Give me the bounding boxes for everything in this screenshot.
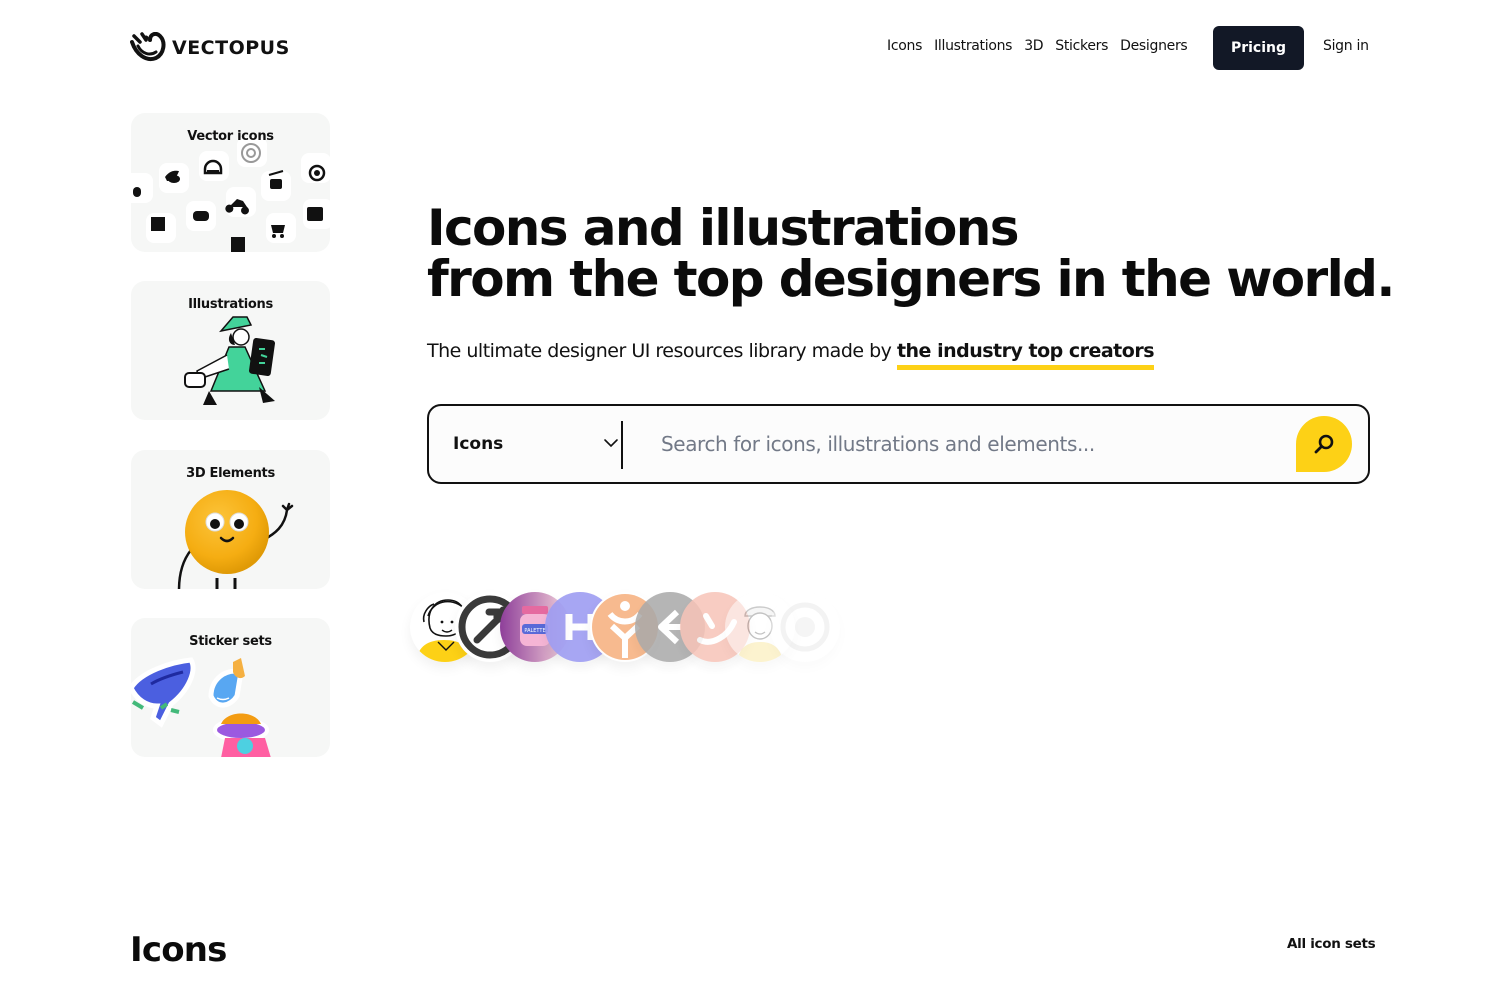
designer-avatars: PALETTE <box>410 590 850 670</box>
search-divider <box>621 421 623 469</box>
category-card-sticker-sets[interactable]: Sticker sets <box>131 618 330 757</box>
nav-designers[interactable]: Designers <box>1120 38 1188 54</box>
card-title: Sticker sets <box>189 634 272 649</box>
brand-name: VECTOPUS <box>172 37 290 59</box>
search-type-dropdown[interactable]: Icons <box>453 406 623 482</box>
hero-title-line-2: from the top designers in the world. <box>427 250 1395 308</box>
svg-text:PALETTE: PALETTE <box>524 628 545 634</box>
card-title: Vector icons <box>187 129 274 144</box>
search-input[interactable] <box>661 424 1281 464</box>
all-icon-sets-link[interactable]: All icon sets <box>1287 936 1376 952</box>
hero-subtitle: The ultimate designer UI resources libra… <box>427 340 1155 370</box>
search-button[interactable] <box>1296 416 1352 472</box>
octopus-logo-icon <box>130 32 166 61</box>
main-nav: Icons Illustrations 3D Stickers Designer… <box>887 38 1188 54</box>
nav-icons[interactable]: Icons <box>887 38 922 54</box>
search-type-selected: Icons <box>453 434 504 454</box>
card-title: Illustrations <box>188 297 273 312</box>
hero-subtitle-text: The ultimate designer UI resources libra… <box>427 340 897 362</box>
hero-title: Icons and illustrations from the top des… <box>427 203 1395 308</box>
designer-avatar-9[interactable] <box>770 592 840 662</box>
icons-section-title: Icons <box>130 930 227 970</box>
search-icon <box>1314 434 1334 454</box>
card-title: 3D Elements <box>186 466 275 481</box>
pricing-button[interactable]: Pricing <box>1213 26 1304 70</box>
nav-stickers[interactable]: Stickers <box>1055 38 1108 54</box>
nav-illustrations[interactable]: Illustrations <box>934 38 1012 54</box>
logo[interactable]: VECTOPUS <box>130 32 290 64</box>
category-card-3d-elements[interactable]: 3D Elements <box>131 450 330 589</box>
top-creators-link[interactable]: the industry top creators <box>896 340 1155 370</box>
site-header: VECTOPUS Icons Illustrations 3D Stickers… <box>0 0 1500 96</box>
sign-in-link[interactable]: Sign in <box>1323 38 1369 54</box>
chevron-down-icon <box>604 439 618 448</box>
hero-title-line-1: Icons and illustrations <box>427 199 1020 257</box>
category-card-illustrations[interactable]: Illustrations <box>131 281 330 420</box>
category-card-vector-icons[interactable]: Vector icons <box>131 113 330 252</box>
search-bar: Icons <box>427 404 1370 484</box>
nav-3d[interactable]: 3D <box>1024 38 1043 54</box>
